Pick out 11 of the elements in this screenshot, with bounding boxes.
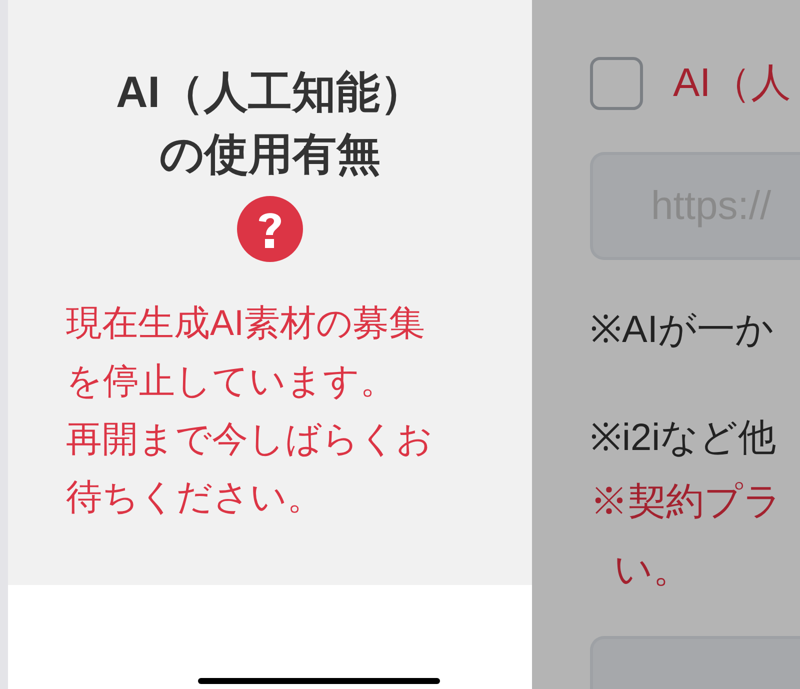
notice-text: 待ちください。 <box>66 475 324 519</box>
note-text: ※i2iなど他 <box>590 416 778 461</box>
notice-text: 現在生成AI素材の募集 <box>66 301 426 345</box>
notice-text: 再開まで今しばらくお <box>66 417 433 461</box>
field-title: AI（人工知能）の使用有無 <box>115 67 425 181</box>
checkbox-label: AI（人 <box>673 60 791 107</box>
help-icon[interactable] <box>237 196 303 262</box>
note-text: ※AIが一か <box>590 308 775 353</box>
note-text: ※契約プラ <box>590 480 783 525</box>
note-text: い。 <box>613 548 692 593</box>
notice-text: を停止しています。 <box>66 359 397 403</box>
